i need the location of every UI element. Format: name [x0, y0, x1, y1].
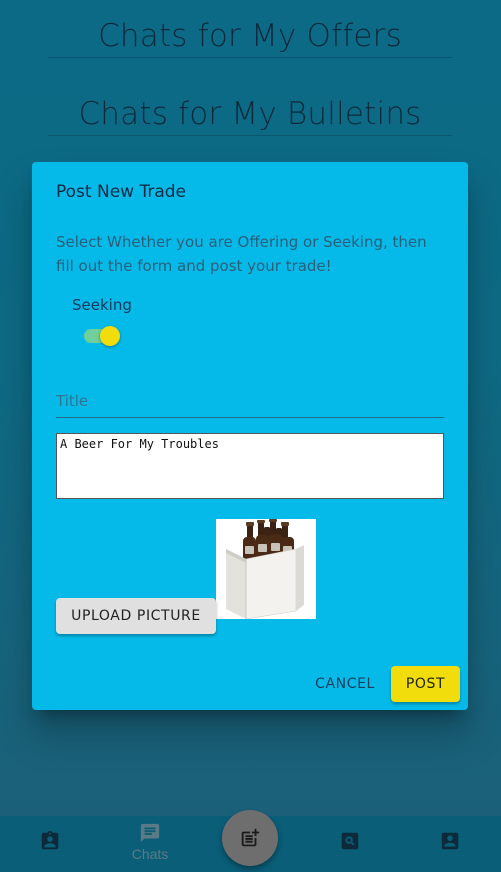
dialog-instructions: Select Whether you are Offering or Seeki… [56, 233, 427, 275]
description-textarea[interactable]: A Beer For My Troubles [56, 433, 444, 499]
beer-six-pack-image [226, 519, 304, 620]
trade-photo [216, 519, 316, 620]
dialog-title: Post New Trade [56, 182, 186, 202]
nav-item-search[interactable] [300, 816, 400, 872]
seeking-switch-label: Seeking [72, 296, 132, 314]
new-post-fab-button[interactable] [222, 810, 278, 866]
nav-label-chats: Chats [131, 846, 169, 862]
account-box-icon [441, 832, 459, 850]
chat-icon [140, 823, 160, 843]
seeking-switch-thumb[interactable] [100, 326, 120, 346]
title-field[interactable]: Title [56, 388, 444, 418]
offers-chats-heading: Chats for My Offers [48, 18, 452, 58]
nav-item-chats[interactable]: Chats [100, 816, 200, 872]
nav-item-account[interactable] [400, 816, 500, 872]
bulletins-chats-heading: Chats for My Bulletins [48, 96, 452, 136]
cancel-button[interactable]: CANCEL [310, 666, 380, 702]
title-placeholder: Title [56, 392, 89, 410]
nav-item-contacts[interactable] [0, 816, 100, 872]
search-box-icon [341, 832, 359, 850]
upload-picture-button[interactable]: UPLOAD PICTURE [56, 598, 216, 634]
post-button[interactable]: POST [391, 666, 460, 702]
contacts-badge-icon [41, 830, 59, 850]
post-trade-dialog: Post New Trade Select Whether you are Of… [32, 162, 468, 710]
post-add-icon [241, 828, 260, 847]
